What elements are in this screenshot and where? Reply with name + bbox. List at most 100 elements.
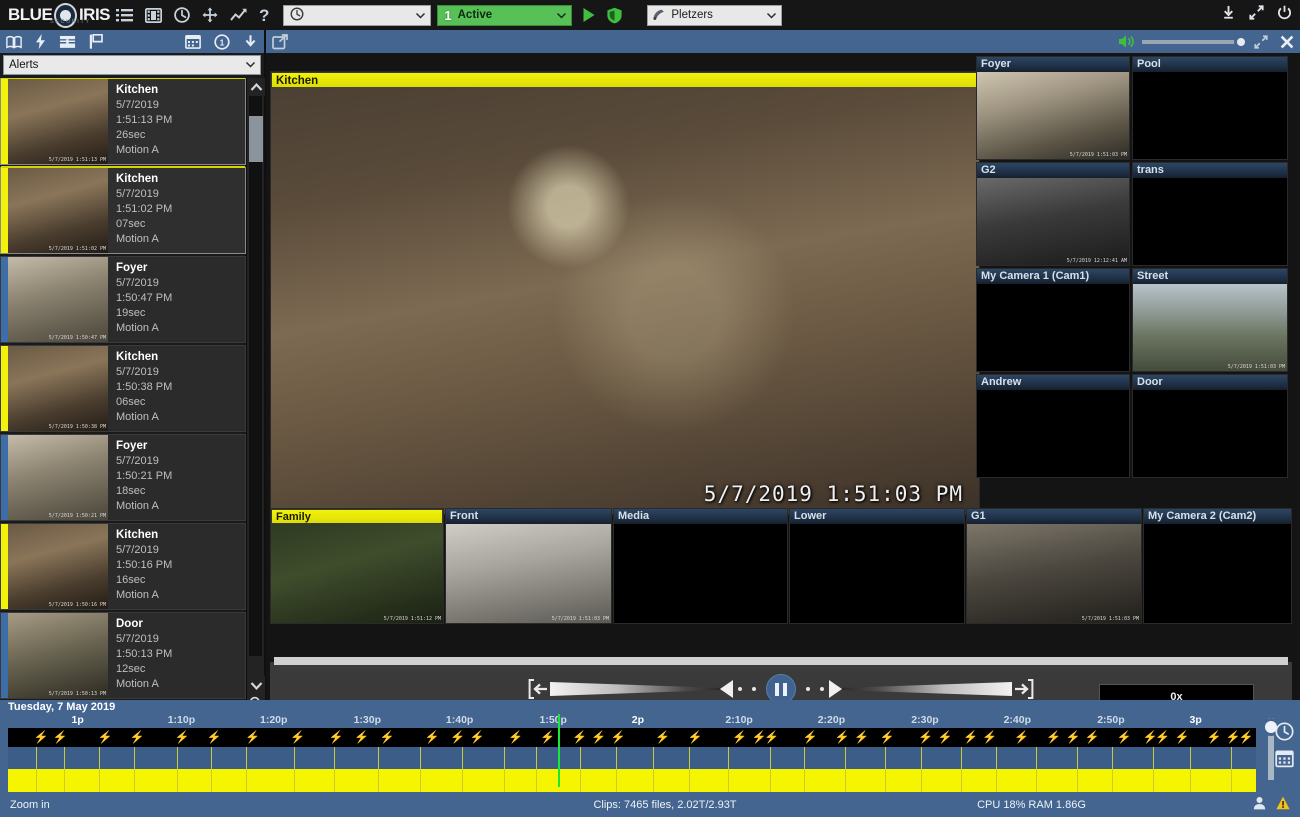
alert-thumbnail[interactable]: 5/7/2019 1:50:16 PM bbox=[8, 524, 108, 609]
user-icon[interactable] bbox=[1253, 796, 1266, 813]
run-button[interactable] bbox=[582, 7, 596, 23]
shield-icon[interactable] bbox=[606, 7, 623, 24]
volume-slider[interactable] bbox=[1142, 40, 1242, 44]
graph-icon[interactable] bbox=[230, 8, 247, 23]
timeline[interactable]: Tuesday, 7 May 2019 1p1:10p1:20p1:30p1:4… bbox=[0, 700, 1300, 792]
help-icon[interactable]: ? bbox=[259, 8, 269, 23]
camera-video[interactable]: 5/7/2019 1:51:03 PM bbox=[967, 524, 1141, 623]
camera-cell[interactable]: Andrew bbox=[976, 374, 1130, 478]
timeline-trigger-line bbox=[845, 747, 846, 769]
timeline-playhead[interactable] bbox=[558, 714, 560, 787]
alert-list-item[interactable]: 5/7/2019 1:50:38 PMKitchen5/7/20191:50:3… bbox=[0, 345, 246, 432]
camera-video[interactable] bbox=[1133, 178, 1287, 265]
clock-icon[interactable] bbox=[1275, 722, 1294, 746]
camera-video[interactable] bbox=[977, 284, 1129, 371]
camera-cell[interactable]: trans bbox=[1132, 162, 1288, 266]
list-type-select[interactable]: Alerts bbox=[3, 55, 261, 75]
shuttle-rewind-slider[interactable] bbox=[550, 682, 720, 696]
camera-cell[interactable]: My Camera 1 (Cam1) bbox=[976, 268, 1130, 372]
camera-cell[interactable]: Media bbox=[613, 508, 788, 624]
alert-list-item[interactable]: 5/7/2019 1:50:16 PMKitchen5/7/20191:50:1… bbox=[0, 523, 246, 610]
popout-icon[interactable] bbox=[272, 34, 288, 50]
expand-icon[interactable] bbox=[1249, 5, 1264, 20]
scrollbar-thumb[interactable] bbox=[249, 116, 263, 162]
camera-cell[interactable]: G25/7/2019 12:12:41 AM bbox=[976, 162, 1130, 266]
camera-cell[interactable]: Street5/7/2019 1:51:03 PM bbox=[1132, 268, 1288, 372]
alerts-scrollbar[interactable] bbox=[246, 78, 264, 730]
camera-video[interactable]: 5/7/2019 1:51:03 PM bbox=[977, 72, 1129, 159]
clock-badge-icon[interactable]: 1 bbox=[214, 34, 230, 50]
lightning-icon[interactable] bbox=[35, 34, 46, 49]
alert-thumbnail[interactable]: 5/7/2019 1:50:47 PM bbox=[8, 257, 108, 342]
jump-start-icon[interactable] bbox=[528, 679, 550, 699]
clock-icon[interactable] bbox=[174, 7, 190, 23]
camera-video[interactable] bbox=[614, 524, 787, 623]
timeline-scrollbar[interactable] bbox=[274, 657, 1288, 665]
alert-thumbnail[interactable]: 5/7/2019 1:50:21 PM bbox=[8, 435, 108, 520]
step-forward-icon[interactable] bbox=[829, 680, 842, 698]
alert-list-item[interactable]: 5/7/2019 1:51:02 PMKitchen5/7/20191:51:0… bbox=[0, 167, 246, 254]
timeline-trigger-band[interactable] bbox=[8, 747, 1290, 769]
speed-dot[interactable] bbox=[820, 687, 824, 691]
profile-select[interactable]: 1 Active bbox=[437, 5, 572, 26]
camera-cell[interactable]: Family5/7/2019 1:51:12 PM bbox=[270, 508, 444, 624]
step-back-icon[interactable] bbox=[720, 680, 733, 698]
speed-dot[interactable] bbox=[806, 687, 810, 691]
alert-list-item[interactable]: 5/7/2019 1:50:21 PMFoyer5/7/20191:50:21 … bbox=[0, 434, 246, 521]
motion-marker-icon: ⚡ bbox=[1117, 731, 1132, 743]
camera-video[interactable]: 5/7/2019 1:51:03 PM bbox=[1133, 284, 1287, 371]
timeline-ruler[interactable]: 1p1:10p1:20p1:30p1:40p1:50p2p2:10p2:20p2… bbox=[0, 714, 1300, 728]
alert-list-item[interactable]: 5/7/2019 1:50:47 PMFoyer5/7/20191:50:47 … bbox=[0, 256, 246, 343]
chevron-down-icon[interactable] bbox=[247, 676, 265, 694]
close-icon[interactable] bbox=[1280, 35, 1294, 49]
warning-icon[interactable] bbox=[1276, 796, 1290, 813]
camera-cell[interactable]: Pool bbox=[1132, 56, 1288, 160]
alert-list-item[interactable]: 5/7/2019 1:51:13 PMKitchen5/7/20191:51:1… bbox=[0, 78, 246, 165]
camera-video[interactable] bbox=[1133, 390, 1287, 477]
download-icon[interactable] bbox=[243, 34, 258, 50]
camera-cell[interactable]: Lower bbox=[789, 508, 965, 624]
calendar-icon[interactable] bbox=[1275, 749, 1294, 773]
alerts-list[interactable]: 5/7/2019 1:51:13 PMKitchen5/7/20191:51:1… bbox=[0, 78, 246, 730]
alert-list-item[interactable]: 5/7/2019 1:50:13 PMDoor5/7/20191:50:13 P… bbox=[0, 612, 246, 699]
move-icon[interactable] bbox=[202, 7, 218, 23]
camera-video[interactable] bbox=[1133, 72, 1287, 159]
alert-thumbnail[interactable]: 5/7/2019 1:50:38 PM bbox=[8, 346, 108, 431]
speaker-icon[interactable] bbox=[1118, 34, 1136, 49]
power-icon[interactable] bbox=[1277, 5, 1292, 20]
alert-thumbnail[interactable]: 5/7/2019 1:51:02 PM bbox=[8, 168, 108, 253]
chevron-up-icon[interactable] bbox=[247, 78, 265, 96]
timeline-trigger-line bbox=[885, 747, 886, 769]
camera-video[interactable] bbox=[977, 390, 1129, 477]
camera-cell[interactable]: Front5/7/2019 1:51:03 PM bbox=[445, 508, 612, 624]
speed-dot[interactable] bbox=[752, 687, 756, 691]
camera-video[interactable] bbox=[1144, 524, 1291, 623]
shuttle-forward-slider[interactable] bbox=[842, 682, 1012, 696]
timeline-motion-markers[interactable]: ⚡⚡⚡⚡⚡⚡⚡⚡⚡⚡⚡⚡⚡⚡⚡⚡⚡⚡⚡⚡⚡⚡⚡⚡⚡⚡⚡⚡⚡⚡⚡⚡⚡⚡⚡⚡⚡⚡⚡⚡… bbox=[8, 728, 1290, 747]
camera-cell[interactable]: Foyer5/7/2019 1:51:03 PM bbox=[976, 56, 1130, 160]
camera-cell[interactable]: My Camera 2 (Cam2) bbox=[1143, 508, 1292, 624]
calendar-icon[interactable] bbox=[185, 34, 201, 49]
expand-icon[interactable] bbox=[1254, 35, 1268, 49]
main-camera-feed[interactable]: Kitchen 5/7/2019 1:51:03 PM bbox=[270, 71, 980, 515]
camera-cell[interactable]: Door bbox=[1132, 374, 1288, 478]
camera-video[interactable]: 5/7/2019 1:51:03 PM bbox=[446, 524, 611, 623]
main-camera-video[interactable]: 5/7/2019 1:51:03 PM bbox=[271, 87, 979, 514]
layers-icon[interactable] bbox=[59, 35, 76, 49]
speed-dot[interactable] bbox=[738, 687, 742, 691]
camera-video[interactable] bbox=[790, 524, 964, 623]
camera-video[interactable]: 5/7/2019 1:51:12 PM bbox=[271, 524, 443, 623]
flag-icon[interactable] bbox=[89, 34, 103, 49]
jump-end-icon[interactable] bbox=[1012, 679, 1034, 699]
download-icon[interactable] bbox=[1221, 5, 1236, 20]
camera-cell[interactable]: G15/7/2019 1:51:03 PM bbox=[966, 508, 1142, 624]
timeline-recording-band[interactable] bbox=[8, 769, 1290, 793]
list-icon[interactable] bbox=[116, 8, 133, 23]
book-icon[interactable] bbox=[6, 35, 22, 49]
camera-video[interactable]: 5/7/2019 12:12:41 AM bbox=[977, 178, 1129, 265]
site-select[interactable]: Pletzers bbox=[647, 5, 782, 26]
film-icon[interactable] bbox=[145, 8, 162, 23]
alert-thumbnail[interactable]: 5/7/2019 1:51:13 PM bbox=[8, 79, 108, 164]
alert-thumbnail[interactable]: 5/7/2019 1:50:13 PM bbox=[8, 613, 108, 698]
schedule-select[interactable] bbox=[283, 5, 431, 26]
